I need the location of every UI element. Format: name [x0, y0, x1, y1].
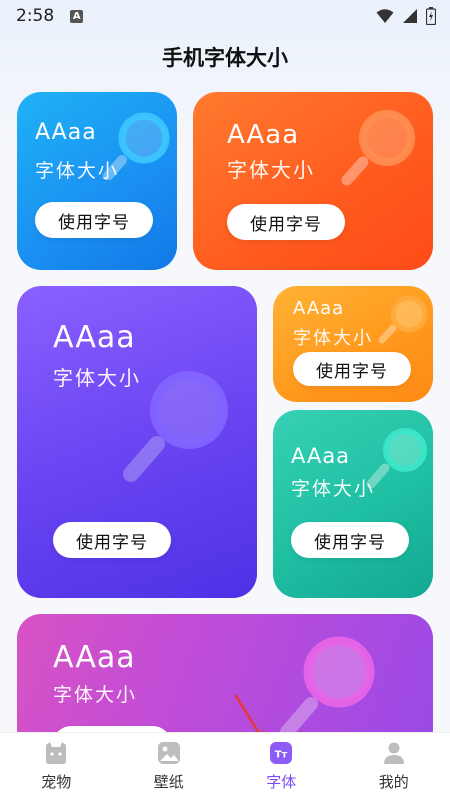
- font-size-card-5[interactable]: AAaa 字体大小 使用字号: [273, 410, 433, 598]
- use-font-size-button[interactable]: 使用字号: [293, 352, 411, 386]
- use-font-size-button[interactable]: 使用字号: [227, 204, 345, 240]
- use-font-size-button[interactable]: 使用字号: [53, 522, 171, 558]
- tab-profile[interactable]: 我的: [354, 741, 434, 792]
- font-size-label: 字体大小: [53, 366, 141, 390]
- font-size-label: 字体大小: [291, 478, 376, 500]
- font-size-card-1[interactable]: AAaa 字体大小 使用字号: [17, 92, 177, 270]
- font-icon: Tт: [270, 742, 293, 764]
- wallpaper-icon: [157, 742, 180, 764]
- sample-text: AAaa: [35, 120, 97, 145]
- tab-label: 字体: [266, 773, 297, 791]
- status-time: 2:58: [16, 6, 55, 26]
- magnifier-icon: [341, 110, 415, 186]
- bottom-tab-bar: 宠物 壁纸 Tт 字体 我的: [0, 732, 450, 800]
- status-bar: 2:58 A: [0, 0, 450, 32]
- magnifier-icon: [378, 295, 428, 344]
- sample-text: AAaa: [293, 298, 345, 319]
- tab-pet[interactable]: 宠物: [16, 741, 96, 792]
- profile-icon: [383, 742, 404, 764]
- sample-text: AAaa: [53, 320, 136, 355]
- font-size-label: 字体大小: [227, 158, 315, 182]
- tab-label: 壁纸: [153, 773, 184, 791]
- tab-font[interactable]: Tт 字体: [241, 741, 321, 792]
- font-size-card-4[interactable]: AAaa 字体大小 使用字号: [273, 286, 433, 402]
- tab-label: 宠物: [41, 773, 72, 791]
- sample-text: AAaa: [53, 640, 136, 675]
- tab-wallpaper[interactable]: 壁纸: [129, 741, 209, 792]
- sample-text: AAaa: [291, 444, 351, 468]
- font-size-label: 字体大小: [35, 160, 120, 182]
- font-size-label: 字体大小: [293, 328, 373, 349]
- cell-signal-icon: [403, 9, 417, 23]
- font-size-label: 字体大小: [53, 684, 138, 706]
- sample-text: AAaa: [227, 120, 300, 150]
- status-icons: [376, 7, 436, 25]
- font-size-card-2[interactable]: AAaa 字体大小 使用字号: [193, 92, 433, 270]
- wifi-icon: [376, 9, 394, 23]
- svg-text:Tт: Tт: [275, 750, 288, 761]
- use-font-size-button[interactable]: 使用字号: [35, 202, 153, 238]
- use-font-size-button[interactable]: 使用字号: [291, 522, 409, 558]
- magnifier-icon: [280, 636, 375, 738]
- notification-badge-icon: A: [70, 9, 84, 23]
- page-title: 手机字体大小: [162, 46, 288, 70]
- battery-icon: [426, 7, 436, 25]
- pet-icon: [46, 742, 67, 764]
- tab-label: 我的: [378, 773, 409, 791]
- font-size-card-3[interactable]: AAaa 字体大小 使用字号: [17, 286, 257, 598]
